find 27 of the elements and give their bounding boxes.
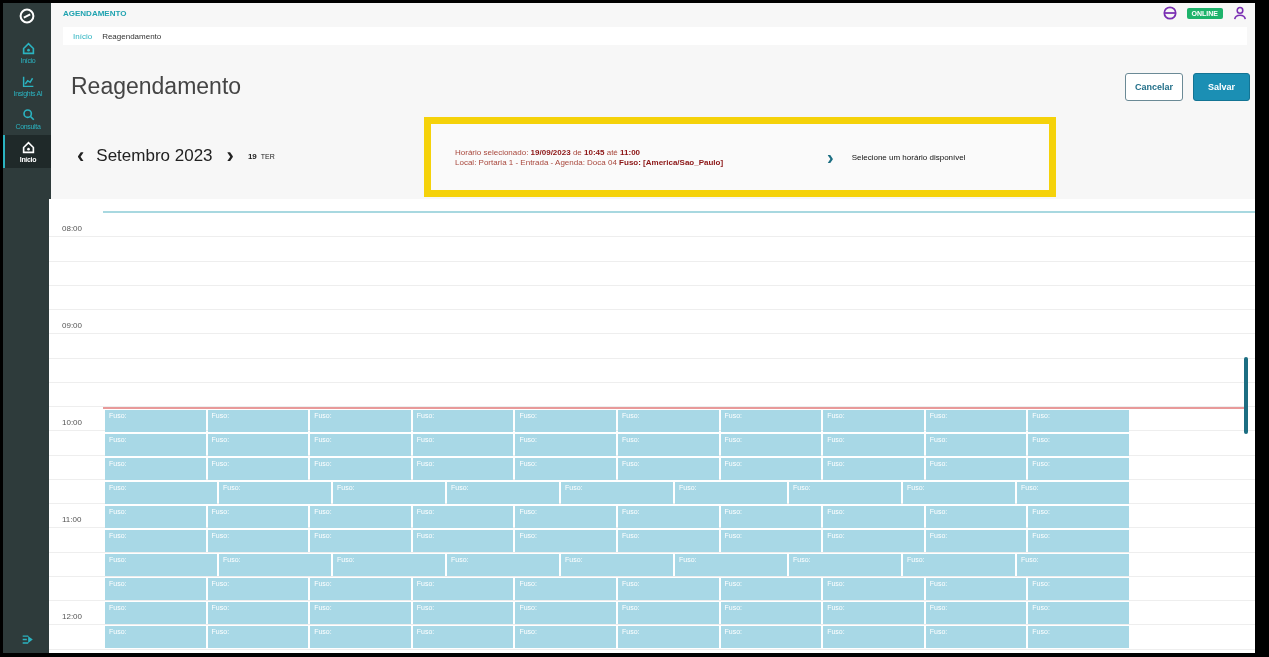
search-icon	[21, 108, 35, 121]
save-button[interactable]: Salvar	[1192, 73, 1250, 101]
expand-icon[interactable]	[21, 634, 33, 645]
location-text: Local: Portaria 1 - Entrada - Agenda: Doca 04 Fuso: [America/Sao_Paulo]	[455, 157, 725, 167]
breadcrumb-item[interactable]: Início	[73, 31, 93, 41]
chart-icon	[21, 75, 35, 88]
cancel-button[interactable]: Cancelar	[1124, 73, 1183, 101]
hour-label: 08:00	[62, 224, 83, 233]
page-title: Reagendamento	[71, 73, 242, 100]
module-title: AGENDAMENTO	[63, 8, 127, 18]
user-icon[interactable]	[1233, 6, 1247, 20]
hint-text: Selecione um horário disponível	[851, 152, 966, 162]
next-month-button[interactable]: ›	[226, 145, 234, 167]
next-button[interactable]: ›	[827, 145, 834, 169]
breadcrumb-item: Reagendamento	[102, 31, 162, 41]
hour-label: 11:00	[62, 515, 82, 524]
hour-label: 09:00	[62, 321, 83, 330]
hour-label: 12:00	[62, 612, 83, 621]
home-icon	[21, 141, 35, 154]
month-label: Setembro 2023	[96, 146, 213, 166]
previous-month-button[interactable]: ‹	[77, 145, 85, 167]
logo-icon	[19, 8, 35, 24]
hour-label: 10:00	[62, 418, 83, 427]
selected-time-text: Horário selecionado: 19/09/2023 de 10:45 até 11:00	[455, 147, 642, 157]
day-number: 19	[247, 151, 257, 161]
home-icon	[21, 42, 35, 55]
scrollbar-thumb[interactable]	[1244, 357, 1248, 434]
